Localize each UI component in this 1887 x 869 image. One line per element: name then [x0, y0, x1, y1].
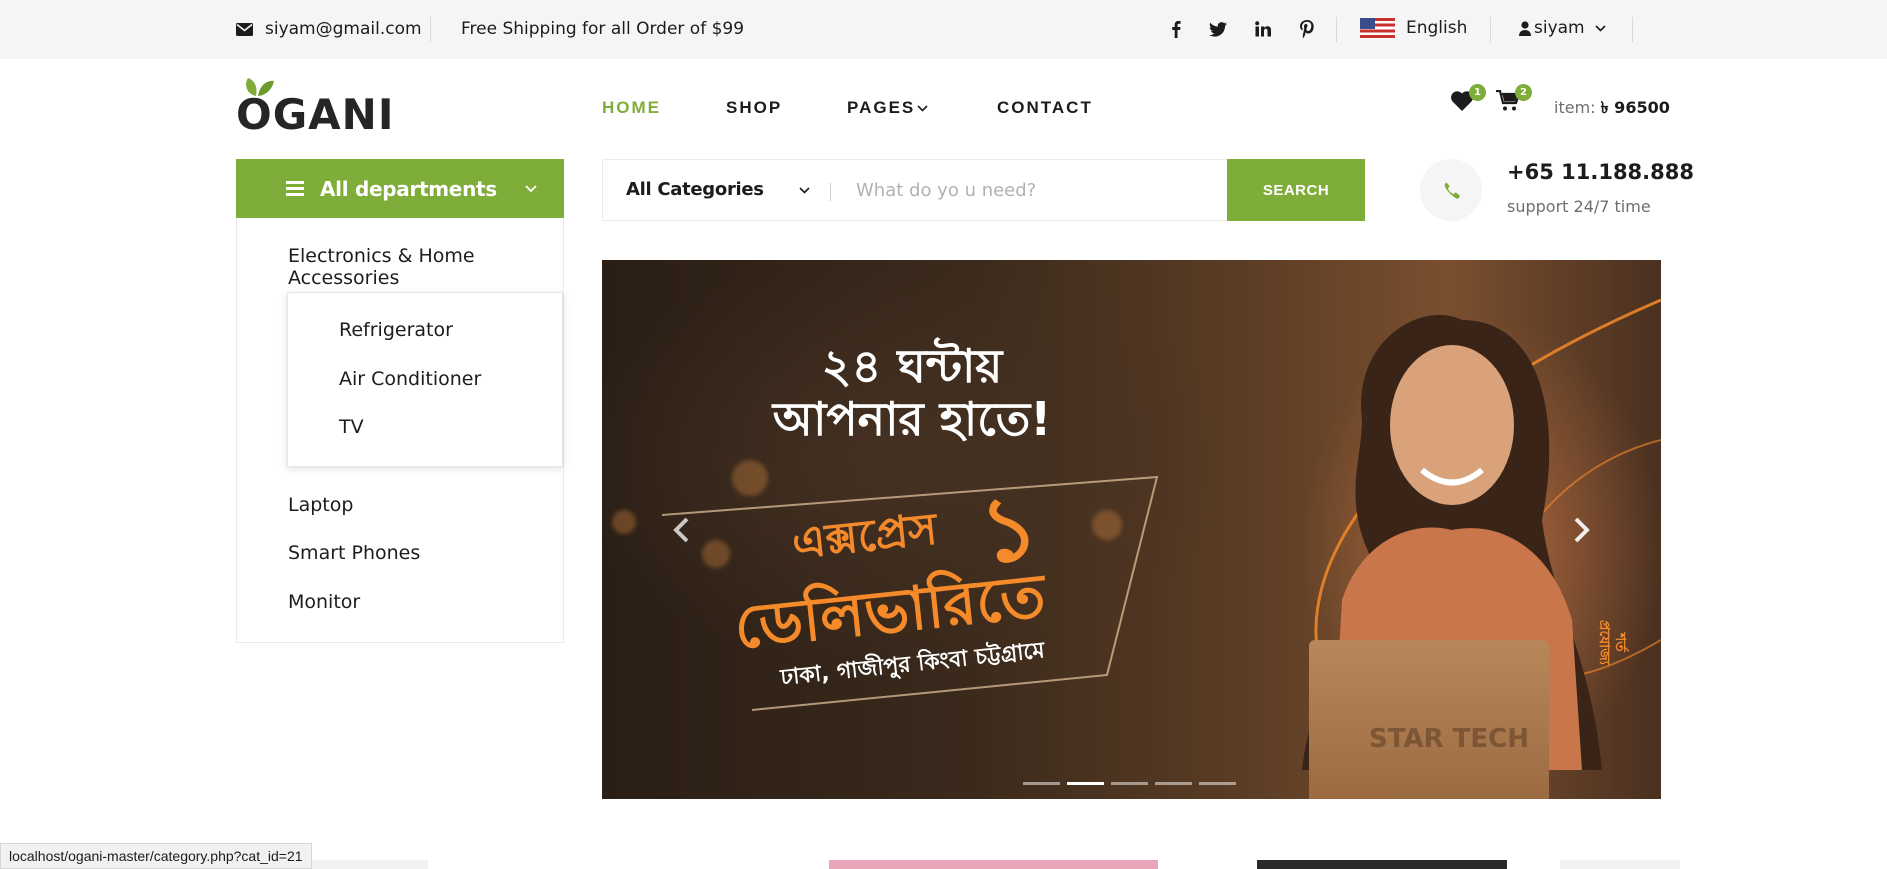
department-item[interactable]: Smart Phones — [288, 542, 420, 564]
facebook-icon[interactable] — [1166, 18, 1186, 40]
chevron-down-icon — [1595, 24, 1606, 32]
pinterest-icon[interactable] — [1297, 18, 1317, 40]
search-button[interactable]: SEARCH — [1227, 159, 1365, 221]
divider — [1336, 17, 1337, 42]
banner-headline: ২৪ ঘন্টায় আপনার হাতে! — [742, 340, 1082, 446]
wishlist-button[interactable]: 1 — [1450, 84, 1486, 116]
wishlist-count-badge: 1 — [1469, 84, 1486, 101]
carousel-prev-arrow-icon[interactable] — [666, 515, 696, 545]
divider — [830, 183, 831, 201]
banner-terms-note: শর্ত প্রযোজ্য — [1595, 620, 1628, 665]
chevron-down-icon — [917, 104, 928, 112]
user-menu[interactable]: siyam — [1519, 18, 1606, 38]
menu-icon — [286, 178, 304, 199]
logo[interactable]: OGANI — [236, 76, 393, 139]
nav-contact[interactable]: CONTACT — [997, 98, 1093, 118]
department-item[interactable]: Monitor — [288, 591, 360, 613]
nav-shop[interactable]: SHOP — [726, 98, 782, 118]
phone-icon — [1444, 181, 1460, 199]
divider — [430, 17, 431, 42]
carousel-indicators — [1023, 782, 1243, 785]
us-flag-icon — [1360, 18, 1395, 38]
category-thumbnail[interactable] — [829, 860, 1158, 869]
cardboard-box: STAR TECH — [1309, 640, 1549, 799]
linkedin-icon[interactable] — [1253, 18, 1273, 40]
divider — [1490, 17, 1491, 42]
cart-label: item: — [1554, 98, 1596, 117]
all-departments-button[interactable]: All departments — [236, 159, 564, 218]
chevron-down-icon — [799, 187, 810, 194]
submenu-item[interactable]: TV — [339, 416, 364, 438]
twitter-icon[interactable] — [1208, 18, 1228, 40]
carousel-dot[interactable] — [1023, 782, 1060, 785]
carousel-dot-active[interactable] — [1067, 782, 1104, 785]
status-url: localhost/ogani-master/category.php?cat_… — [9, 848, 303, 864]
carousel-dot[interactable] — [1111, 782, 1148, 785]
cart-count-badge: 2 — [1515, 84, 1532, 101]
banner-line-1: ২৪ ঘন্টায় — [821, 339, 1003, 393]
user-icon — [1519, 20, 1531, 36]
language-selector[interactable]: English — [1360, 18, 1467, 38]
department-item[interactable]: Electronics & Home Accessories — [288, 245, 563, 289]
nav-pages[interactable]: PAGES — [847, 98, 928, 118]
submenu-item[interactable]: Air Conditioner — [339, 368, 481, 390]
phone-icon-circle — [1420, 159, 1482, 221]
submenu-item[interactable]: Refrigerator — [339, 319, 453, 341]
header-email: siyam@gmail.com — [236, 19, 422, 39]
envelope-icon — [236, 22, 253, 36]
browser-status-bar: localhost/ogani-master/category.php?cat_… — [0, 843, 312, 869]
carousel-next-arrow-icon[interactable] — [1567, 515, 1597, 545]
divider — [1632, 17, 1633, 42]
phone-number: +65 11.188.888 — [1507, 160, 1694, 184]
cart-amount: ৳ 96500 — [1600, 98, 1670, 117]
category-thumbnail[interactable] — [300, 860, 428, 869]
nav-home[interactable]: HOME — [602, 98, 661, 118]
hero-banner: STAR TECH ২৪ ঘন্টায় আপনার হাতে! এক্সপ্র… — [602, 260, 1661, 799]
search-form: All Categories SEARCH — [602, 159, 1365, 221]
category-select[interactable]: All Categories — [626, 179, 764, 200]
logo-text: OGANI — [236, 90, 395, 139]
user-name: siyam — [1534, 18, 1585, 38]
support-text: support 24/7 time — [1507, 197, 1651, 216]
nav-pages-label: PAGES — [847, 98, 916, 117]
cart-total: item: ৳ 96500 — [1554, 95, 1670, 122]
language-label: English — [1406, 18, 1468, 38]
departments-title: All departments — [320, 176, 497, 201]
cart-button[interactable]: 2 — [1496, 84, 1532, 116]
search-input[interactable] — [856, 176, 1206, 204]
carousel-dot[interactable] — [1199, 782, 1236, 785]
department-item[interactable]: Laptop — [288, 494, 353, 516]
carousel-dot[interactable] — [1155, 782, 1192, 785]
box-logo-text: STAR TECH — [1369, 724, 1529, 754]
shipping-note: Free Shipping for all Order of $99 — [461, 19, 745, 39]
chevron-down-icon — [525, 185, 537, 193]
category-thumbnail[interactable] — [1560, 860, 1680, 869]
banner-line-2: আপনার হাতে! — [772, 391, 1052, 446]
top-bar: siyam@gmail.com Free Shipping for all Or… — [0, 0, 1887, 59]
department-submenu: Refrigerator Air Conditioner TV — [287, 292, 563, 467]
category-thumbnail[interactable] — [1257, 860, 1507, 869]
email-text: siyam@gmail.com — [265, 19, 422, 39]
